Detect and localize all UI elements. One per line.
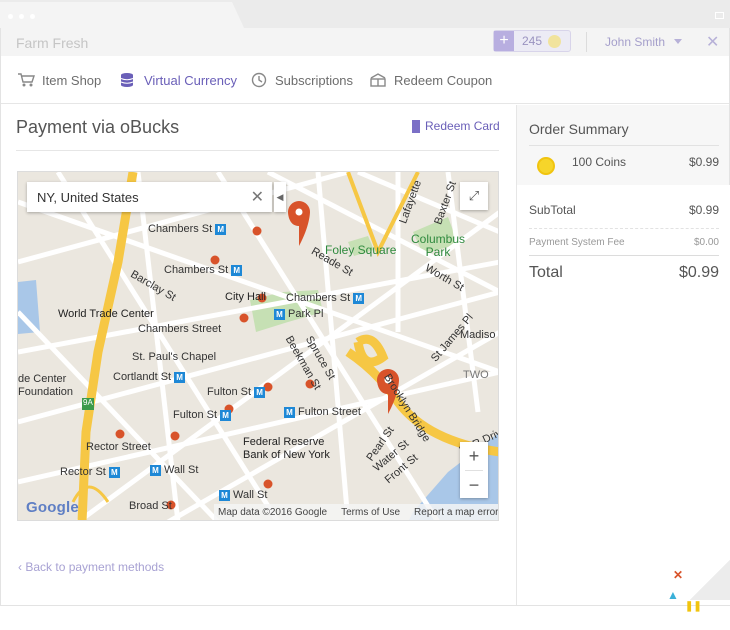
map-footer: Map data ©2016 Google Terms of Use Repor… [214, 504, 498, 520]
confetti-x-icon: ✕ [673, 568, 684, 582]
subtotal-label: SubTotal [529, 203, 576, 217]
page-title: Payment via oBucks [16, 117, 180, 137]
redeem-card-link[interactable]: Redeem Card [412, 119, 500, 133]
window-dot[interactable] [19, 14, 24, 19]
clear-icon[interactable]: ✕ [251, 187, 264, 207]
fee-value: $0.00 [693, 237, 719, 248]
map-search-input[interactable]: NY, United States ✕ [27, 182, 272, 212]
zoom-out-button[interactable]: − [460, 471, 488, 499]
zoom-in-button[interactable]: + [460, 442, 488, 470]
app-header: Farm Fresh + 245 John Smith ✕ [1, 28, 729, 56]
main-nav: Item Shop Virtual Currency Subscriptions… [1, 56, 729, 104]
header-divider [586, 32, 587, 52]
confetti-triangle-icon: ▲ [667, 588, 679, 602]
map-label: de Center Foundation [18, 373, 74, 398]
map-label: M Park Pl [274, 308, 323, 320]
window-dots [8, 14, 35, 19]
map-label: Chambers Street [138, 323, 222, 335]
map-label: Foley Square [325, 243, 397, 257]
cart-icon [18, 73, 35, 87]
map-label: M Wall St [150, 464, 198, 476]
chevron-down-icon[interactable] [674, 39, 682, 44]
map-search-value: NY, United States [37, 190, 139, 205]
google-logo: Google [26, 499, 79, 516]
close-icon[interactable]: ✕ [706, 32, 719, 52]
clock-icon [251, 72, 267, 88]
card-icon [412, 119, 420, 133]
coins-stack-icon [120, 73, 134, 87]
nav-item-subscriptions[interactable]: Subscriptions [250, 72, 353, 88]
route-shield-label: 9A [83, 398, 93, 407]
confetti-bars-icon: ❚❚ [685, 601, 702, 612]
nav-label: Subscriptions [275, 72, 354, 88]
map-label: Columbus Park [411, 232, 466, 259]
map-label: M Fulton Street [284, 406, 361, 418]
order-item-label: 100 Coins [572, 155, 627, 169]
nav-label: Item Shop [42, 72, 102, 88]
coin-icon [548, 34, 562, 48]
window-dot[interactable] [8, 14, 13, 19]
summary-divider [529, 145, 719, 146]
app-title: Farm Fresh [16, 35, 89, 51]
map-label: TWO [463, 369, 489, 381]
payment-panel: Payment via oBucks Redeem Card Chambers … [1, 105, 516, 605]
map-label: City Hall [225, 291, 266, 303]
nav-label: Virtual Currency [144, 72, 237, 88]
add-coins-button[interactable]: + [494, 31, 514, 51]
page-curl [690, 560, 730, 600]
browser-chrome [0, 0, 730, 30]
map-label: Fulton St M [173, 409, 232, 421]
back-to-payment-methods-link[interactable]: ‹ Back to payment methods [18, 560, 164, 574]
fullscreen-icon[interactable]: ⤢ [460, 182, 488, 210]
map-label: Chambers St M [164, 264, 243, 276]
order-summary-title: Order Summary [529, 121, 629, 137]
map-label: M Wall St [219, 489, 267, 501]
nav-item-virtual-currency[interactable]: Virtual Currency [119, 72, 237, 88]
fee-label: Payment System Fee [529, 237, 625, 248]
map-label: Broad St [129, 500, 172, 512]
nav-item-shop[interactable]: Item Shop [17, 72, 101, 88]
subtotal-value: $0.99 [688, 203, 719, 217]
coin-balance[interactable]: + 245 [493, 30, 571, 52]
total-label: Total [529, 264, 563, 281]
map-label: Fulton St M [207, 386, 266, 398]
map-label: Chambers St M [286, 292, 365, 304]
coin-count: 245 [522, 34, 543, 48]
total-value: $0.99 [678, 264, 719, 281]
map-label: Federal Reserve Bank of New York [243, 436, 330, 461]
map-label: Rector Street [86, 441, 151, 453]
fee-divider [529, 228, 719, 229]
title-divider [16, 150, 499, 151]
order-summary-panel: Order Summary 100 Coins $0.99 SubTotal $… [516, 105, 730, 612]
report-error-link[interactable]: Report a map error [414, 507, 498, 518]
window-dot[interactable] [30, 14, 35, 19]
map-label: Rector St M [60, 466, 120, 478]
coin-icon [537, 157, 555, 175]
zoom-control: + − [460, 442, 488, 498]
app-window: Farm Fresh + 245 John Smith ✕ Item Shop … [0, 28, 730, 612]
map-label: Madiso [460, 329, 496, 341]
map-data-credit: Map data ©2016 Google [218, 506, 328, 518]
order-item: 100 Coins $0.99 [529, 151, 719, 183]
map-label: Chambers St M [148, 223, 227, 235]
order-item-price: $0.99 [688, 155, 719, 169]
browser-tab [0, 2, 245, 30]
map-label: Cortlandt St M [113, 371, 186, 383]
nav-item-redeem-coupon[interactable]: Redeem Coupon [369, 72, 492, 88]
totals-section: SubTotal $0.99 Payment System Fee $0.00 … [517, 185, 730, 612]
window-resize-icon[interactable] [715, 12, 724, 19]
nav-label: Redeem Coupon [394, 72, 493, 88]
map-label: St. Paul's Chapel [132, 351, 217, 363]
redeem-card-label: Redeem Card [425, 119, 500, 133]
total-divider [529, 255, 719, 256]
collapse-panel-button[interactable]: ◀ [274, 182, 286, 212]
coupon-icon [370, 73, 386, 87]
map-view[interactable]: Chambers St M Chambers St M Chambers St M C… [17, 171, 499, 521]
map-label: World Trade Center [58, 308, 154, 320]
terms-link[interactable]: Terms of Use [341, 507, 400, 518]
user-name[interactable]: John Smith [605, 35, 665, 49]
